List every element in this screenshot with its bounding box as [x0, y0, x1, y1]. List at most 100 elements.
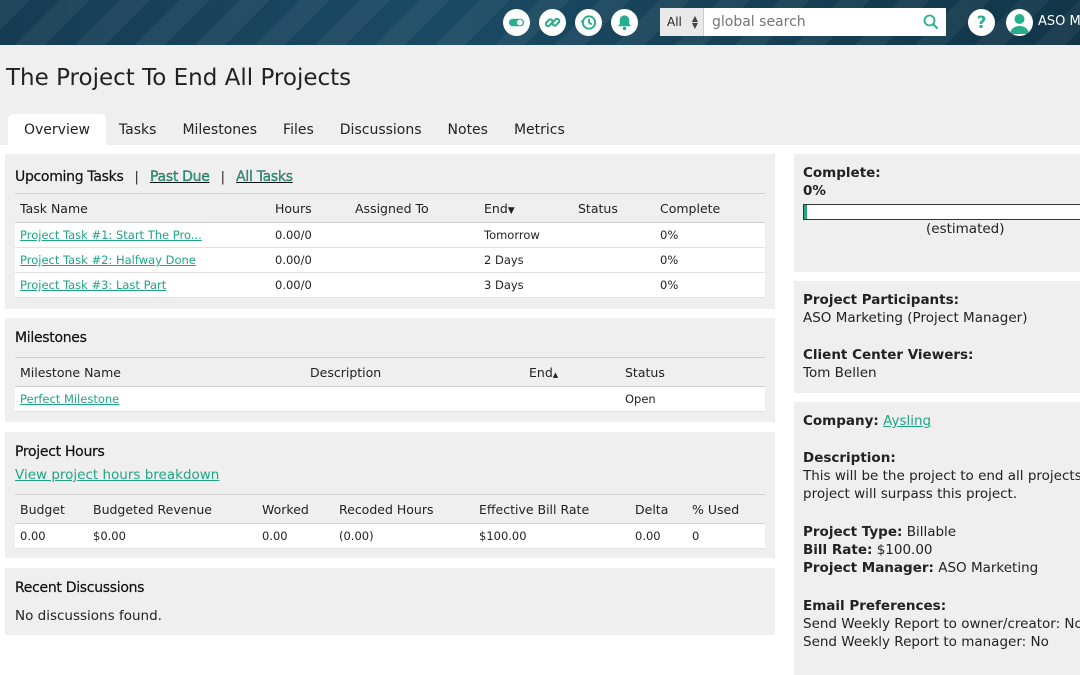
help-icon[interactable]: ?: [968, 9, 995, 36]
tab-discussions[interactable]: Discussions: [327, 114, 435, 145]
milestone-description: [305, 386, 524, 412]
task-name-cell: Project Task #1: Start The Pro...: [15, 222, 270, 248]
col-task-name[interactable]: Task Name: [15, 193, 270, 223]
participants-label: Project Participants:: [803, 292, 960, 308]
project-type-label: Project Type:: [803, 524, 903, 540]
history-icon[interactable]: [575, 9, 602, 36]
col-description[interactable]: Description: [305, 357, 524, 387]
col-assigned-to[interactable]: Assigned To: [350, 193, 479, 223]
milestones-title: Milestones: [15, 330, 87, 346]
task-assigned: [350, 247, 479, 273]
hours-breakdown-link[interactable]: View project hours breakdown: [15, 467, 219, 483]
col-end[interactable]: End▲: [524, 357, 620, 387]
project-details-panel: Company: Aysling Description: This will …: [794, 402, 1080, 675]
task-complete: 0%: [655, 272, 765, 298]
tab-overview[interactable]: Overview: [8, 114, 106, 145]
company-link[interactable]: Aysling: [883, 413, 931, 429]
bill-rate-value: $100.00: [876, 542, 933, 558]
task-hours: 0.00/0: [270, 222, 350, 248]
task-complete: 0%: [655, 247, 765, 273]
milestones-table-wrap: Milestone Name Description End▲ Status P…: [15, 357, 765, 412]
avatar[interactable]: [1006, 9, 1033, 36]
recent-discussions-title: Recent Discussions: [15, 580, 145, 596]
participants-value: ASO Marketing (Project Manager): [803, 310, 1028, 326]
task-link[interactable]: Project Task #1: Start The Pro...: [20, 228, 202, 242]
tasks-table-wrap: Task Name Hours Assigned To End▼ Status …: [15, 193, 765, 298]
search-icon[interactable]: [916, 8, 946, 36]
col-end[interactable]: End▼: [479, 193, 573, 223]
link-icon[interactable]: [539, 9, 566, 36]
col-end-label: End: [529, 364, 553, 380]
project-type-row: Project Type: Billable: [803, 523, 956, 541]
tab-metrics[interactable]: Metrics: [501, 114, 578, 145]
hours-budgeted-revenue: $0.00: [88, 523, 257, 549]
user-name[interactable]: ASO Marketing: [1038, 14, 1080, 29]
project-hours-panel: Project Hours View project hours breakdo…: [5, 432, 775, 558]
table-row: Project Task #1: Start The Pro... 0.00/0…: [15, 222, 765, 248]
table-header-row: Milestone Name Description End▲ Status: [15, 357, 765, 387]
hours-percent-used: 0: [687, 523, 765, 549]
tasks-panel-header: Upcoming Tasks | Past Due | All Tasks: [15, 166, 293, 185]
project-type-value: Billable: [906, 524, 957, 540]
task-link[interactable]: Project Task #2: Halfway Done: [20, 253, 196, 267]
task-end: 3 Days: [479, 272, 573, 298]
col-milestone-name[interactable]: Milestone Name: [15, 357, 305, 387]
col-recoded-hours[interactable]: Recoded Hours: [334, 494, 474, 524]
hours-recoded: (0.00): [334, 523, 474, 549]
milestone-link[interactable]: Perfect Milestone: [20, 392, 119, 406]
no-discussions-text: No discussions found.: [15, 608, 162, 624]
tab-notes[interactable]: Notes: [435, 114, 501, 145]
col-status[interactable]: Status: [573, 193, 655, 223]
tasks-table: Task Name Hours Assigned To End▼ Status …: [15, 193, 765, 298]
viewers-value: Tom Bellen: [803, 365, 877, 381]
tab-files[interactable]: Files: [270, 114, 327, 145]
milestone-name-cell: Perfect Milestone: [15, 386, 305, 412]
participants-panel: Project Participants: ASO Marketing (Pro…: [794, 281, 1080, 393]
bell-icon[interactable]: [611, 9, 638, 36]
tab-milestones[interactable]: Milestones: [169, 114, 270, 145]
complete-label: Complete:: [803, 165, 881, 181]
milestone-status: Open: [620, 386, 765, 412]
col-budget[interactable]: Budget: [15, 494, 88, 524]
description-line-2: project will surpass this project.: [803, 486, 1018, 502]
task-assigned: [350, 222, 479, 248]
sort-desc-icon: ▼: [507, 205, 515, 216]
select-arrows-icon: ▲ ▼: [691, 14, 698, 30]
description-label: Description:: [803, 450, 896, 466]
email-owner-pref: Send Weekly Report to owner/creator: No: [803, 616, 1080, 632]
hours-worked: 0.00: [257, 523, 334, 549]
estimated-label: (estimated): [926, 221, 1005, 237]
col-effective-bill-rate[interactable]: Effective Bill Rate: [474, 494, 630, 524]
all-tasks-link[interactable]: All Tasks: [236, 169, 293, 185]
email-manager-pref: Send Weekly Report to manager: No: [803, 634, 1049, 650]
hours-bill-rate: $100.00: [474, 523, 630, 549]
past-due-link[interactable]: Past Due: [150, 169, 210, 185]
task-status: [573, 272, 655, 298]
task-hours: 0.00/0: [270, 247, 350, 273]
separator: |: [134, 170, 139, 185]
col-delta[interactable]: Delta: [630, 494, 687, 524]
hours-delta: 0.00: [630, 523, 687, 549]
company-row: Company: Aysling: [803, 412, 931, 430]
search-scope-select[interactable]: All ▲ ▼: [660, 8, 704, 36]
col-hours[interactable]: Hours: [270, 193, 350, 223]
page-header: The Project To End All Projects Overview…: [0, 45, 1080, 145]
col-complete[interactable]: Complete: [655, 193, 765, 223]
task-complete: 0%: [655, 222, 765, 248]
top-navigation-bar: All ▲▼ ? ASO Marketing: [0, 0, 1080, 45]
col-percent-used[interactable]: % Used: [687, 494, 765, 524]
task-end: 2 Days: [479, 247, 573, 273]
col-status[interactable]: Status: [620, 357, 765, 387]
search-scope-value: All: [667, 15, 682, 29]
col-worked[interactable]: Worked: [257, 494, 334, 524]
col-budgeted-revenue[interactable]: Budgeted Revenue: [88, 494, 257, 524]
recent-discussions-panel: Recent Discussions No discussions found.: [5, 568, 775, 635]
tab-tasks[interactable]: Tasks: [106, 114, 170, 145]
toggle-icon[interactable]: [503, 9, 530, 36]
description-line-1: This will be the project to end all proj…: [803, 468, 1080, 484]
project-manager-label: Project Manager:: [803, 560, 934, 576]
task-link[interactable]: Project Task #3: Last Part: [20, 278, 166, 292]
search-input[interactable]: [704, 8, 916, 36]
table-row: Perfect Milestone Open: [15, 386, 765, 412]
table-header-row: Task Name Hours Assigned To End▼ Status …: [15, 193, 765, 223]
